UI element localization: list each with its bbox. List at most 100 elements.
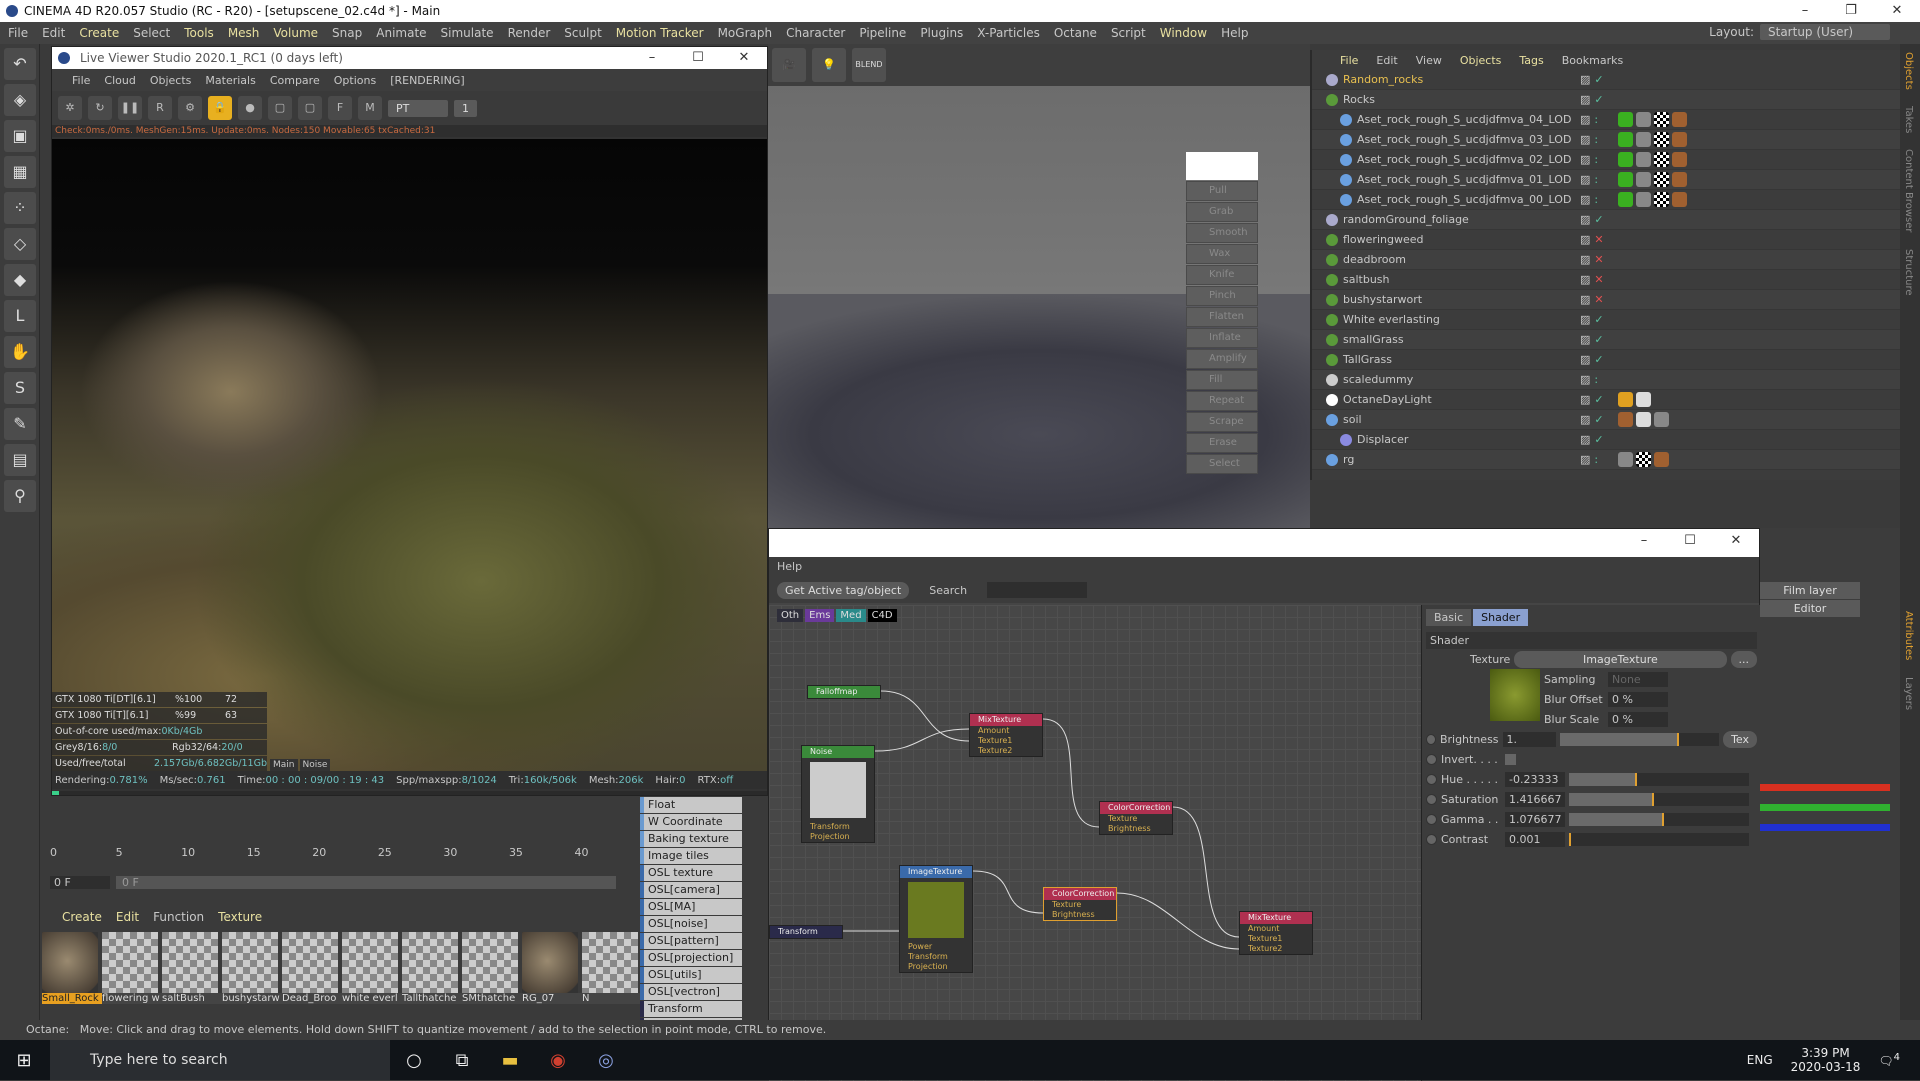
mm-menu-edit[interactable]: Edit <box>116 910 139 924</box>
node-imagetexture[interactable]: ImageTexture Power Transform Projection <box>899 865 973 973</box>
visibility-toggle-icon[interactable]: ▨ <box>1580 233 1590 246</box>
close-button[interactable]: ✕ <box>1874 0 1920 22</box>
timeline[interactable]: 0 5 10 15 20 25 30 35 40 0 F 0 F <box>40 840 640 905</box>
menu-create[interactable]: Create <box>79 26 119 40</box>
menu-select[interactable]: Select <box>133 26 170 40</box>
mm-menu-function[interactable]: Function <box>153 910 204 924</box>
lv-menu-materials[interactable]: Materials <box>205 74 255 87</box>
node-list-item[interactable]: OSL[utils] <box>640 967 742 983</box>
menu-window[interactable]: Window <box>1160 26 1207 40</box>
mm-menu-create[interactable]: Create <box>62 910 102 924</box>
region-icon[interactable]: ▢ <box>268 96 292 120</box>
object-name[interactable]: White everlasting <box>1343 313 1440 326</box>
node-port[interactable]: Texture <box>1044 900 1116 910</box>
mm-menu-texture[interactable]: Texture <box>218 910 262 924</box>
green-tag-icon[interactable] <box>1618 132 1633 147</box>
object-name[interactable]: smallGrass <box>1343 333 1404 346</box>
enabled-check-icon[interactable]: ✓ <box>1594 353 1603 366</box>
node-list-item[interactable]: OSL[MA] <box>640 899 742 915</box>
object-row[interactable]: Random_rocks ▨ ✓ <box>1312 70 1900 90</box>
checker-tag-icon[interactable] <box>1654 192 1669 207</box>
lock-icon[interactable]: ⚲ <box>4 480 36 512</box>
settings-gear-icon[interactable]: ⚙ <box>178 96 202 120</box>
node-port[interactable]: Texture1 <box>970 736 1042 746</box>
visibility-toggle-icon[interactable]: ▨ <box>1580 193 1590 206</box>
param-slider[interactable] <box>1569 813 1749 826</box>
sculpt-tool-pull[interactable]: Pull <box>1186 181 1258 201</box>
polygons-mode-icon[interactable]: ◆ <box>4 264 36 296</box>
object-row[interactable]: Rocks ▨ ✓ <box>1312 90 1900 110</box>
sculpt-tool-wax[interactable]: Wax <box>1186 244 1258 264</box>
node-list-item[interactable]: OSL[noise] <box>640 916 742 932</box>
visibility-toggle-icon[interactable]: ▨ <box>1580 153 1590 166</box>
animate-radio[interactable] <box>1426 794 1437 805</box>
axis-icon[interactable]: L <box>4 300 36 332</box>
node-port[interactable]: Transform <box>802 822 874 832</box>
param-slider[interactable] <box>1560 733 1720 746</box>
visibility-toggle-icon[interactable]: ▨ <box>1580 133 1590 146</box>
node-port[interactable]: Power <box>900 942 972 952</box>
object-row[interactable]: randomGround_foliage ▨ ✓ <box>1312 210 1900 230</box>
node-port[interactable]: Amount <box>1240 924 1312 934</box>
material-swatch[interactable]: saltBush <box>162 932 222 1004</box>
node-noise[interactable]: Noise Transform Projection <box>801 745 875 843</box>
object-name[interactable]: randomGround_foliage <box>1343 213 1469 226</box>
object-row[interactable]: Aset_rock_rough_S_ucdjdfmva_02_LOD0 ▨: <box>1312 150 1900 170</box>
visibility-toggle-icon[interactable]: ▨ <box>1580 413 1590 426</box>
sun-tag-icon[interactable] <box>1618 392 1633 407</box>
param-value-field[interactable]: 0.001 <box>1505 832 1565 847</box>
gpu-count-stepper[interactable]: 1 <box>454 99 477 117</box>
material-swatch[interactable]: flowering w <box>102 932 162 1004</box>
sculpt-tool-smooth[interactable]: Smooth <box>1186 223 1258 243</box>
green-tag-icon[interactable] <box>1618 192 1633 207</box>
brown-tag-icon[interactable] <box>1672 152 1687 167</box>
camera-icon[interactable]: 🎥 <box>772 48 806 82</box>
sphere-icon[interactable]: ● <box>238 96 262 120</box>
grey-tag-icon[interactable] <box>1636 112 1651 127</box>
node-port[interactable]: Texture1 <box>1240 934 1312 944</box>
object-row[interactable]: scaledummy ▨: <box>1312 370 1900 390</box>
texture-mode-icon[interactable]: ▦ <box>4 156 36 188</box>
light-bulb-icon[interactable]: 💡 <box>812 48 846 82</box>
node-port[interactable]: Texture2 <box>970 746 1042 756</box>
lv-menu-file[interactable]: File <box>72 74 90 87</box>
send-scene-icon[interactable]: ✲ <box>58 96 82 120</box>
object-row[interactable]: soil ▨ ✓ <box>1312 410 1900 430</box>
blur-offset-field[interactable]: 0 % <box>1608 692 1668 707</box>
menu-help[interactable]: Help <box>1221 26 1248 40</box>
object-row[interactable]: saltbush ▨ ✕ <box>1312 270 1900 290</box>
animate-radio[interactable] <box>1426 754 1437 765</box>
object-name[interactable]: scaledummy <box>1343 373 1413 386</box>
menu-snap[interactable]: Snap <box>332 26 362 40</box>
visibility-toggle-icon[interactable]: ▨ <box>1580 293 1590 306</box>
menu-motion-tracker[interactable]: Motion Tracker <box>616 26 704 40</box>
object-name[interactable]: TallGrass <box>1343 353 1392 366</box>
menu-plugins[interactable]: Plugins <box>920 26 963 40</box>
node-list-item[interactable]: OSL[vectron] <box>640 984 742 1000</box>
lv-maximize-button[interactable]: ☐ <box>675 47 721 69</box>
disabled-x-icon[interactable]: ✕ <box>1594 273 1603 286</box>
restart-icon[interactable]: ↻ <box>88 96 112 120</box>
enabled-check-icon[interactable]: ✓ <box>1594 73 1603 86</box>
brown-tag-icon[interactable] <box>1672 192 1687 207</box>
object-row[interactable]: floweringweed ▨ ✕ <box>1312 230 1900 250</box>
clock[interactable]: 3:39 PM 2020-03-18 <box>1791 1046 1861 1074</box>
sculpt-tool-fill[interactable]: Fill <box>1186 370 1258 390</box>
tab-shader[interactable]: Shader <box>1473 609 1529 626</box>
color-channel-slider[interactable] <box>1760 804 1890 811</box>
param-value-field[interactable]: 1.416667 <box>1505 792 1565 807</box>
visibility-toggle-icon[interactable]: ▨ <box>1580 253 1590 266</box>
node-mixtexture[interactable]: MixTexture Amount Texture1 Texture2 <box>1239 911 1313 955</box>
visibility-toggle-icon[interactable]: ▨ <box>1580 373 1590 386</box>
object-row[interactable]: Aset_rock_rough_S_ucdjdfmva_04_LOD0 ▨: <box>1312 110 1900 130</box>
checker-tag-icon[interactable] <box>1654 112 1669 127</box>
visibility-toggle-icon[interactable]: ▨ <box>1580 393 1590 406</box>
invert-checkbox[interactable] <box>1505 754 1516 765</box>
animate-radio[interactable] <box>1426 774 1437 785</box>
visibility-toggle-icon[interactable]: ▨ <box>1580 73 1590 86</box>
layout-select[interactable]: Startup (User) <box>1760 24 1890 40</box>
node-port[interactable]: Amount <box>970 726 1042 736</box>
material-swatch[interactable]: Dead_Broo <box>282 932 342 1004</box>
node-list-item[interactable]: Float <box>640 797 742 813</box>
object-name[interactable]: soil <box>1343 413 1362 426</box>
